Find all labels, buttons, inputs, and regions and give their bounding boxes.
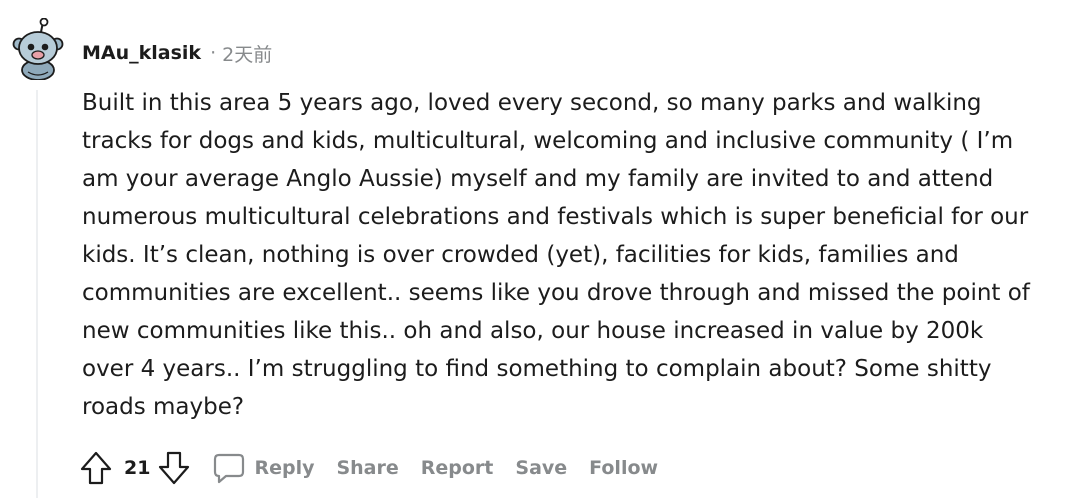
comment: MAu_klasik · 2天前 Built in this area 5 ye… (0, 0, 1080, 498)
arrow-up-icon (80, 451, 112, 485)
vote-score: 21 (124, 457, 151, 479)
comment-body-line: Built in this area 5 years ago, loved ev… (82, 90, 982, 116)
save-button[interactable]: Save (515, 457, 567, 479)
comment-body-line: tracks for dogs and kids, multicultural,… (82, 128, 1014, 154)
comment-body-line: new communities like this.. oh and also,… (82, 318, 984, 344)
snoo-avatar-icon (12, 17, 64, 81)
reply-button[interactable]: Reply (212, 451, 314, 485)
arrow-down-icon (159, 451, 190, 485)
comment-body-line: numerous multicultural celebrations and … (82, 204, 1029, 230)
comment-body-line: roads maybe? (82, 394, 245, 420)
speech-bubble-icon (214, 453, 245, 484)
report-button[interactable]: Report (421, 457, 494, 479)
comment-timestamp[interactable]: 2天前 (222, 40, 272, 67)
comment-body: Built in this area 5 years ago, loved ev… (82, 84, 1052, 426)
comment-header: MAu_klasik · 2天前 (82, 38, 272, 68)
reply-label: Reply (254, 457, 315, 479)
username-link[interactable]: MAu_klasik (82, 42, 201, 64)
user-avatar[interactable] (12, 17, 64, 81)
comment-body-line: over 4 years.. I’m struggling to find so… (82, 356, 992, 382)
comment-body-line: am your average Anglo Aussie) myself and… (82, 166, 994, 192)
comment-action-bar: 21 Reply Share Report Save Follow (78, 448, 658, 488)
meta-separator: · (210, 42, 217, 64)
share-button[interactable]: Share (336, 457, 398, 479)
upvote-button[interactable] (78, 448, 114, 488)
follow-button[interactable]: Follow (589, 457, 658, 479)
comment-body-line: communities are excellent.. seems like y… (82, 280, 1030, 306)
comment-body-line: kids. It’s clean, nothing is over crowde… (82, 242, 959, 268)
thread-line[interactable] (36, 90, 38, 498)
downvote-button[interactable] (156, 448, 192, 488)
